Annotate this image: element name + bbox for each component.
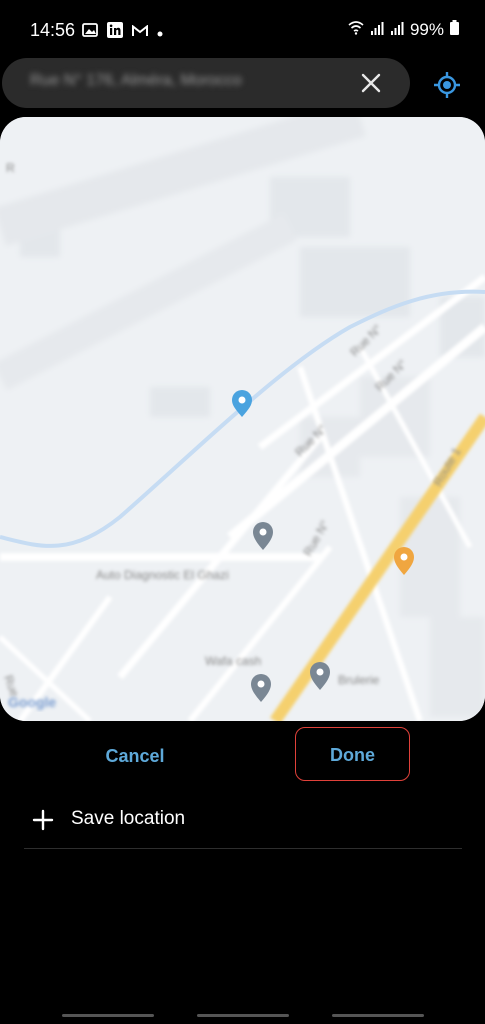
- poi-label: Brulerie: [338, 673, 380, 687]
- signal-icon: [370, 20, 384, 40]
- signal-icon: [390, 20, 404, 40]
- nav-back-handle[interactable]: [332, 1014, 424, 1017]
- system-icons: 99%: [348, 20, 459, 40]
- gallery-icon: [82, 23, 98, 42]
- clear-icon[interactable]: [358, 70, 384, 96]
- save-location-row[interactable]: Save location: [24, 796, 462, 849]
- map-canvas: Auto Diagnostic El Ghazi Wafa cash Brule…: [0, 117, 485, 721]
- cancel-button[interactable]: Cancel: [76, 736, 194, 776]
- google-logo: Google: [8, 694, 56, 710]
- search-input[interactable]: Rue N° 176, Alméra, Morocco: [30, 72, 242, 90]
- status-time: 14:56: [30, 20, 76, 40]
- save-location-label: Save location: [71, 808, 186, 829]
- done-button[interactable]: Done: [295, 727, 410, 781]
- navigation-bar: [0, 1008, 485, 1024]
- dot-icon: [157, 24, 163, 42]
- poi-label: Wafa cash: [205, 654, 261, 668]
- battery-text: 99%: [409, 20, 444, 39]
- poi-label: Auto Diagnostic El Ghazi: [96, 568, 229, 582]
- map-edge-label: R: [6, 161, 15, 175]
- my-location-icon[interactable]: [432, 70, 462, 100]
- plus-icon: [32, 809, 54, 831]
- wifi-icon: [348, 20, 364, 40]
- map-view[interactable]: Auto Diagnostic El Ghazi Wafa cash Brule…: [0, 117, 485, 721]
- nav-home-handle[interactable]: [197, 1014, 289, 1017]
- linkedin-icon: [107, 22, 123, 43]
- search-bar[interactable]: Rue N° 176, Alméra, Morocco: [2, 58, 410, 108]
- notification-icons: [82, 22, 163, 43]
- nav-recents-handle[interactable]: [62, 1014, 154, 1017]
- status-bar: 14:56 99%: [0, 0, 485, 62]
- gmail-icon: [132, 23, 148, 42]
- battery-icon: [450, 20, 459, 40]
